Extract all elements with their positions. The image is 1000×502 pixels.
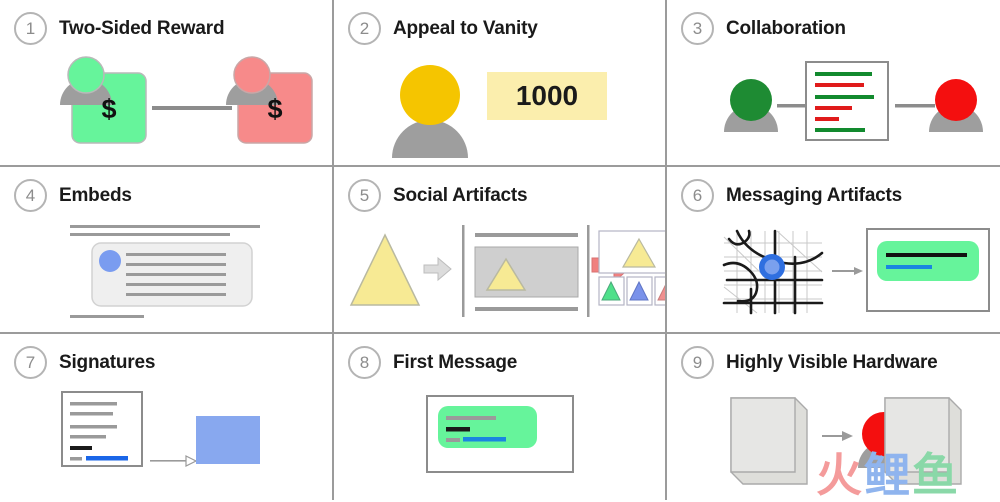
share-arrow [832, 267, 863, 275]
panel-signatures[interactable]: 7 Signatures [0, 334, 334, 500]
panel-header: 4 Embeds [14, 179, 132, 212]
panel-header: 2 Appeal to Vanity [348, 12, 538, 45]
panel-title: Highly Visible Hardware [726, 351, 938, 373]
panel-illustration-device-person-device [667, 384, 1000, 500]
panel-two-sided-reward[interactable]: 1 Two-Sided Reward $ $ [0, 0, 334, 167]
panel-number-badge: 8 [348, 346, 381, 379]
panel-title: Two-Sided Reward [59, 17, 225, 39]
panel-number-badge: 2 [348, 12, 381, 45]
panel-title: First Message [393, 351, 518, 373]
panel-highly-visible-hardware[interactable]: 9 Highly Visible Hardware [667, 334, 1000, 500]
panel-number-badge: 7 [14, 346, 47, 379]
panel-title: Messaging Artifacts [726, 184, 903, 206]
panel-illustration-map-pin-shared-to-chat-bubble [667, 217, 1000, 332]
panel-appeal-to-vanity[interactable]: 2 Appeal to Vanity 1000 [334, 0, 667, 167]
panel-number-badge: 3 [681, 12, 714, 45]
panel-header: 1 Two-Sided Reward [14, 12, 225, 45]
panel-social-artifacts[interactable]: 5 Social Artifacts [334, 167, 667, 334]
panel-number-badge: 1 [14, 12, 47, 45]
svg-text:$: $ [101, 94, 116, 124]
panel-header: 6 Messaging Artifacts [681, 179, 902, 212]
panel-illustration-person-with-score-badge: 1000 [334, 50, 665, 165]
panel-title: Social Artifacts [393, 184, 528, 206]
panel-messaging-artifacts[interactable]: 6 Messaging Artifacts [667, 167, 1000, 334]
panel-number-badge: 4 [14, 179, 47, 212]
panel-collaboration[interactable]: 3 Collaboration [667, 0, 1000, 167]
panel-title: Collaboration [726, 17, 846, 39]
panel-header: 3 Collaboration [681, 12, 846, 45]
panel-title: Appeal to Vanity [393, 17, 538, 39]
score-value: 1000 [515, 80, 579, 111]
panel-header: 5 Social Artifacts [348, 179, 528, 212]
panel-grid: 1 Two-Sided Reward $ $ 2 Appeal to Vanit… [0, 0, 1000, 500]
svg-text:$: $ [267, 94, 282, 124]
panel-number-badge: 9 [681, 346, 714, 379]
panel-illustration-green-chat-bubble-in-frame [334, 384, 665, 500]
panel-illustration-two-people-with-dollar-cards: $ $ [0, 50, 332, 165]
panel-illustration-two-people-with-diff-document [667, 50, 1000, 165]
panel-number-badge: 5 [348, 179, 381, 212]
map-thumbnail [722, 229, 824, 315]
panel-title: Signatures [59, 351, 156, 373]
panel-illustration-document-signature-to-blue-block [0, 384, 332, 500]
panel-first-message[interactable]: 8 First Message [334, 334, 667, 500]
panel-title: Embeds [59, 184, 132, 206]
panel-embeds[interactable]: 4 Embeds [0, 167, 334, 334]
panel-illustration-article-with-embedded-card [0, 217, 332, 332]
panel-illustration-triangle-propagating-into-feed [334, 217, 665, 332]
panel-header: 7 Signatures [14, 346, 155, 379]
panel-header: 8 First Message [348, 346, 517, 379]
panel-number-badge: 6 [681, 179, 714, 212]
panel-header: 9 Highly Visible Hardware [681, 346, 938, 379]
